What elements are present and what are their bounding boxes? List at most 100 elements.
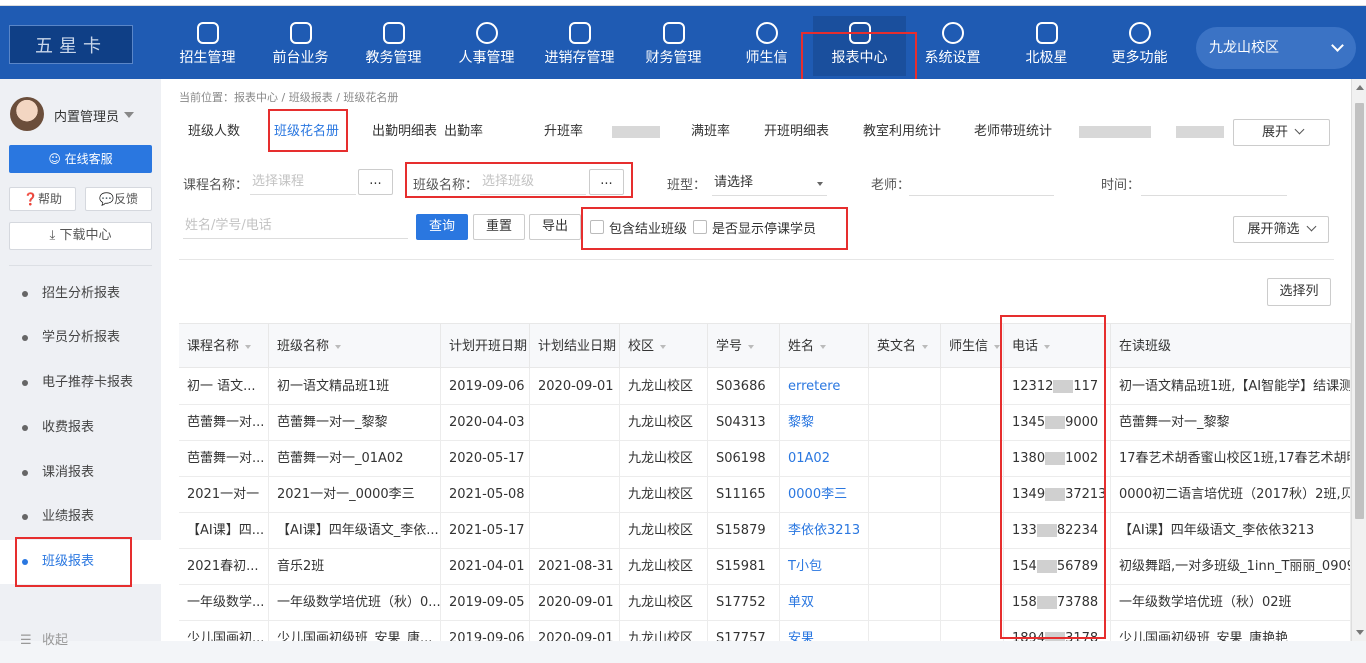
table-row[interactable]: 一年级数学... 一年级数学培优班（秋）0... 2019-09-05 2020-09…: [179, 585, 1351, 621]
table-cell-姓名[interactable]: 01A02: [780, 441, 869, 477]
collapse-sidebar[interactable]: ☰ 收起: [0, 619, 161, 663]
table-cell-姓名[interactable]: 0000李三: [780, 477, 869, 513]
table-cell-姓名[interactable]: 李依依3213: [780, 513, 869, 549]
nav-item-6[interactable]: 师生信: [720, 16, 813, 76]
nav-item-9[interactable]: 北极星: [1000, 16, 1093, 76]
nav-item-1[interactable]: 前台业务: [254, 16, 347, 76]
column-header[interactable]: 英文名: [869, 324, 941, 369]
caret-down-icon[interactable]: [124, 112, 134, 118]
nav-item-0[interactable]: 招生管理: [161, 16, 254, 76]
avatar[interactable]: [10, 97, 44, 131]
column-header[interactable]: 师生信: [941, 324, 1004, 369]
table-row[interactable]: 【AI课】四... 【AI课】四年级语文_李依... 2021-05-17 九龙山校区…: [179, 513, 1351, 549]
table-cell-计划开班日期: 2020-05-17: [441, 441, 530, 477]
nav-item-2[interactable]: 教务管理: [347, 16, 440, 76]
table-cell-英文名: [869, 405, 941, 441]
table-cell-计划结业日期: [530, 441, 620, 477]
report-tab[interactable]: 满班率: [691, 115, 730, 149]
page-scrollbar[interactable]: [1351, 79, 1366, 641]
column-header[interactable]: 课程名称: [179, 324, 269, 369]
sidebar-menu-item[interactable]: 电子推荐卡报表: [0, 361, 161, 405]
report-tab[interactable]: 开班明细表: [764, 115, 829, 149]
select-columns-button[interactable]: 选择列: [1267, 278, 1331, 306]
feedback-button[interactable]: 💬反馈: [85, 187, 152, 211]
column-header[interactable]: 电话: [1004, 324, 1111, 369]
teacher-select[interactable]: [909, 170, 1054, 196]
search-input[interactable]: [183, 213, 408, 239]
scroll-down-icon[interactable]: [1356, 630, 1364, 635]
report-tab[interactable]: 升班率: [544, 115, 583, 149]
table-cell-姓名[interactable]: 安果: [780, 621, 869, 641]
sidebar-menu-item[interactable]: 招生分析报表: [0, 272, 161, 316]
nav-item-4[interactable]: 进销存管理: [533, 16, 626, 76]
sidebar-menu-item[interactable]: 学员分析报表: [0, 316, 161, 360]
bullet-icon: [22, 291, 28, 297]
column-header[interactable]: 计划开班日期: [441, 324, 530, 369]
table-row[interactable]: 芭蕾舞一对... 芭蕾舞一对一_黎黎 2020-04-03 九龙山校区 S04313 黎黎…: [179, 405, 1351, 441]
sort-icon[interactable]: [1044, 345, 1051, 349]
course-picker-button[interactable]: ...: [358, 169, 393, 195]
brand-logo[interactable]: 五星卡: [9, 25, 133, 64]
class-type-select[interactable]: 请选择: [712, 170, 827, 196]
table-row[interactable]: 初一 语文... 初一语文精品班1班 2019-09-06 2020-09-01 九龙山…: [179, 369, 1351, 405]
column-header[interactable]: 学号: [708, 324, 780, 369]
report-tab[interactable]: 班级人数: [188, 115, 240, 149]
expand-filter-button[interactable]: 展开筛选: [1233, 216, 1329, 243]
class-picker-button[interactable]: ...: [589, 169, 624, 195]
report-tab[interactable]: 出勤明细表: [372, 115, 437, 149]
column-header[interactable]: 校区: [620, 324, 708, 369]
nav-item-3[interactable]: 人事管理: [440, 16, 533, 76]
user-name[interactable]: 内置管理员: [54, 106, 119, 125]
sort-icon[interactable]: [245, 345, 252, 349]
sidebar-menu-item[interactable]: 业绩报表: [0, 495, 161, 539]
report-tab[interactable]: 出勤率: [444, 115, 483, 149]
sidebar-menu-item[interactable]: 课消报表: [0, 451, 161, 495]
scroll-thumb[interactable]: [1355, 103, 1364, 519]
sidebar-menu-item[interactable]: 班级报表: [0, 540, 161, 584]
person-icon: [475, 22, 498, 44]
export-button[interactable]: 导出: [529, 214, 581, 240]
sort-icon[interactable]: [660, 345, 667, 349]
include-ended-label[interactable]: 包含结业班级: [609, 218, 687, 237]
column-header[interactable]: 在读班级: [1111, 324, 1351, 369]
report-tab[interactable]: 班级花名册: [274, 115, 339, 149]
sort-icon[interactable]: [922, 345, 929, 349]
expand-tabs-button[interactable]: 展开: [1233, 119, 1330, 146]
sort-icon[interactable]: [994, 345, 1001, 349]
column-header[interactable]: 班级名称: [269, 324, 441, 369]
table-row[interactable]: 芭蕾舞一对... 芭蕾舞一对一_01A02 2020-05-17 九龙山校区 S0619…: [179, 441, 1351, 477]
download-center-button[interactable]: ⤓ 下载中心: [9, 222, 152, 250]
table-cell-姓名[interactable]: 黎黎: [780, 405, 869, 441]
nav-item-10[interactable]: 更多功能: [1093, 16, 1186, 76]
help-button[interactable]: ❓帮助: [9, 187, 76, 211]
sort-icon[interactable]: [820, 345, 827, 349]
report-tab[interactable]: 教室利用统计: [863, 115, 941, 149]
online-service-button[interactable]: ☺ 在线客服: [9, 145, 152, 173]
show-suspended-label[interactable]: 是否显示停课学员: [712, 218, 816, 237]
column-header[interactable]: 计划结业日期: [530, 324, 620, 369]
table-row[interactable]: 2021一对一 2021一对一_0000李三 2021-05-08 九龙山校区 S111…: [179, 477, 1351, 513]
nav-item-8[interactable]: 系统设置: [906, 16, 999, 76]
column-header[interactable]: 姓名: [780, 324, 869, 369]
table-row[interactable]: 2021春初... 音乐2班 2021-04-01 2021-08-31 九龙山校区 S1…: [179, 549, 1351, 585]
table-row[interactable]: 少儿国画初... 少儿国画初级班_安果_唐... 2019-09-06 2020-09…: [179, 621, 1351, 641]
nav-item-5[interactable]: 财务管理: [627, 16, 720, 76]
class-name-input[interactable]: [480, 169, 586, 195]
course-name-input[interactable]: [250, 169, 356, 195]
sort-icon[interactable]: [748, 345, 755, 349]
table-cell-姓名[interactable]: T小包: [780, 549, 869, 585]
time-range-picker[interactable]: [1141, 170, 1287, 196]
sidebar-menu-item[interactable]: 收费报表: [0, 406, 161, 450]
sort-icon[interactable]: [335, 345, 342, 349]
include-ended-checkbox[interactable]: [590, 220, 604, 234]
query-button[interactable]: 查询: [416, 214, 468, 240]
show-suspended-checkbox[interactable]: [693, 220, 707, 234]
nav-item-7[interactable]: 报表中心: [813, 16, 906, 76]
campus-selector[interactable]: 九龙山校区: [1196, 27, 1356, 69]
report-tab[interactable]: 老师带班统计: [974, 115, 1052, 149]
table-cell-姓名[interactable]: erretere: [780, 369, 869, 405]
caret-down-icon: [817, 182, 823, 186]
scroll-up-icon[interactable]: [1356, 85, 1364, 90]
table-cell-姓名[interactable]: 单双: [780, 585, 869, 621]
reset-button[interactable]: 重置: [473, 214, 525, 240]
